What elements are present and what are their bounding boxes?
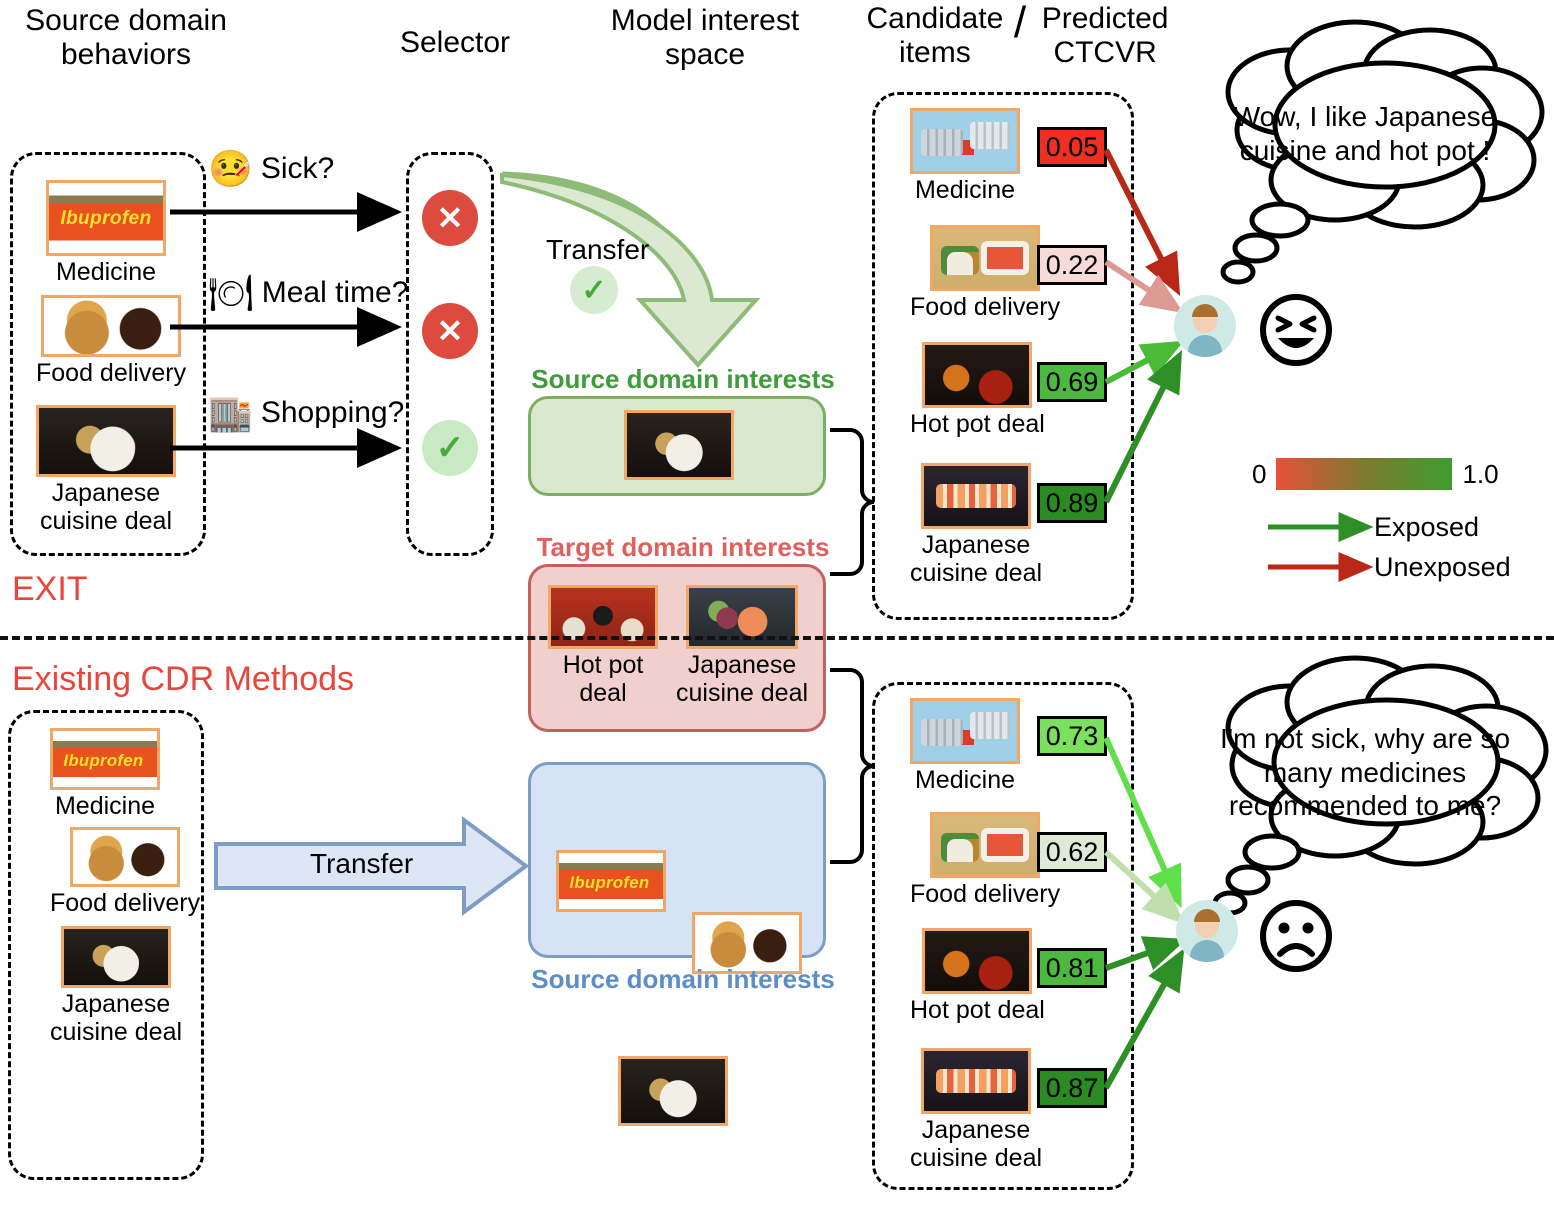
bottom-sad-face-icon	[1260, 900, 1332, 972]
bottom-exposure-arrows	[1103, 736, 1187, 1090]
bottom-thought-line1: I'm not sick, why are so	[1219, 723, 1511, 754]
bottom-thought-line3: recommended to me?	[1228, 790, 1502, 822]
bottom-thought-line2: many medicines	[1263, 756, 1467, 788]
bottom-user-avatar	[1176, 900, 1238, 962]
bottom-thought-text: I'm not sick, why are so many medicines …	[1200, 722, 1530, 823]
